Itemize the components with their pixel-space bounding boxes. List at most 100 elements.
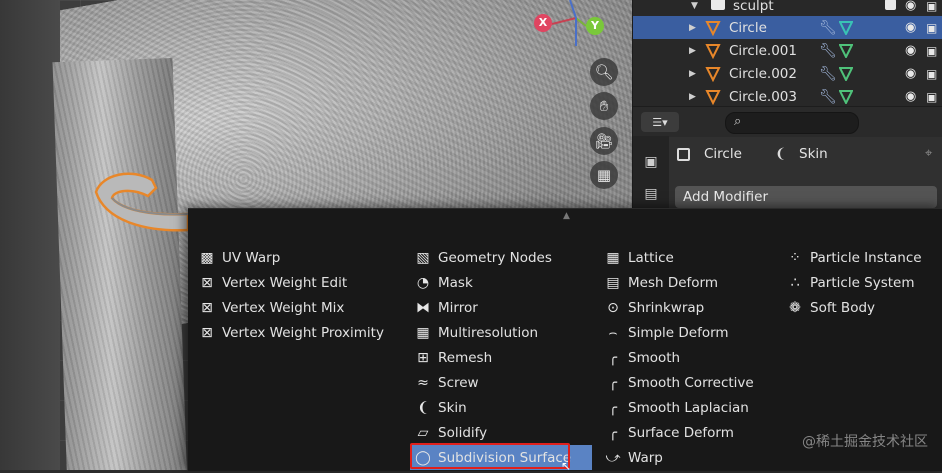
menu-item-mirror[interactable]: ⧓ Mirror [414, 295, 592, 320]
expand-arrow-icon[interactable]: ▶ [689, 46, 696, 56]
object-name: Circle.002 [729, 65, 797, 82]
search-icon: ⌕ [734, 114, 742, 129]
wrench-icon[interactable]: 🔧︎ [819, 43, 837, 59]
editor-type-dropdown[interactable]: ☰▾ [641, 112, 679, 132]
menu-item-smooth[interactable]: ╭ Smooth [604, 345, 754, 370]
eye-icon[interactable]: ◉ [905, 0, 916, 13]
properties-header: ☰▾ ⌕ [633, 106, 942, 137]
expand-arrow-icon[interactable]: ▶ [689, 69, 696, 79]
object-name: Circle.003 [729, 88, 797, 105]
outliner-panel[interactable]: ▼ sculpt ◉ ▣ ▶ Circle 🔧︎ ◉ ▣ ▶ Circle.00… [632, 0, 942, 106]
collapse-arrow-icon[interactable]: ▼ [691, 1, 698, 11]
perspective-grid-icon[interactable]: ▦ [590, 161, 618, 189]
checkbox-icon[interactable] [885, 0, 896, 10]
camera-icon[interactable]: ▣ [926, 21, 937, 35]
smooth-icon: ╭ [608, 399, 618, 416]
menu-item-label: Smooth [628, 349, 681, 366]
menu-item-smooth-laplacian[interactable]: ╭ Smooth Laplacian [604, 395, 754, 420]
menu-item-solidify[interactable]: ▱ Solidify [414, 420, 592, 445]
outliner-row-circle-003[interactable]: ▶ Circle.003 🔧︎ ◉ ▣ [633, 85, 942, 108]
menu-item-geometry-nodes[interactable]: ▧ Geometry Nodes [414, 245, 592, 270]
navigation-gizmo[interactable]: X Y [528, 0, 618, 60]
menu-item-vertex-weight-edit[interactable]: ⊠ Vertex Weight Edit [198, 270, 384, 295]
menu-item-label: Simple Deform [628, 324, 729, 341]
menu-item-particle-instance[interactable]: ⁘ Particle Instance [786, 245, 921, 270]
mesh-deform-icon: ▤ [606, 274, 620, 291]
x-axis-icon[interactable]: X [534, 14, 552, 32]
camera-icon[interactable]: ▣ [926, 90, 937, 104]
menu-column-physics: ⁘ Particle Instance ∴ Particle System ❁ … [786, 245, 922, 320]
menu-item-label: Mask [438, 274, 473, 291]
lattice-icon: ▦ [606, 249, 620, 266]
menu-item-mesh-deform[interactable]: ▤ Mesh Deform [604, 270, 754, 295]
y-axis-icon[interactable]: Y [586, 17, 604, 35]
geometry-nodes-icon: ▧ [416, 249, 430, 266]
menu-item-vertex-weight-proximity[interactable]: ⊠ Vertex Weight Proximity [198, 320, 384, 345]
wrench-icon[interactable]: 🔧︎ [819, 66, 837, 82]
pin-icon[interactable]: ⌖ [925, 146, 932, 161]
x-axis-label: X [538, 16, 548, 29]
camera-icon[interactable]: ▣ [926, 0, 937, 13]
expand-arrow-icon[interactable]: ▶ [689, 23, 696, 33]
menu-item-screw[interactable]: ≈ Screw [414, 370, 592, 395]
expand-arrow-icon[interactable]: ▶ [689, 92, 696, 102]
vertex-weight-icon: ⊠ [201, 324, 213, 341]
wrench-icon[interactable]: 🔧︎ [819, 89, 837, 105]
properties-search-input[interactable]: ⌕ [725, 112, 859, 134]
eye-icon[interactable]: ◉ [905, 43, 916, 58]
tab-tool-icon[interactable]: ▣ [639, 150, 663, 174]
smooth-icon: ╭ [608, 424, 618, 441]
menu-column-generate: ▧ Geometry Nodes ◔ Mask ⧓ Mirror ▦ Multi… [410, 245, 592, 470]
shrinkwrap-icon: ⊙ [607, 299, 619, 316]
eye-icon[interactable]: ◉ [905, 89, 916, 104]
menu-item-lattice[interactable]: ▦ Lattice [604, 245, 754, 270]
menu-item-simple-deform[interactable]: ⌢ Simple Deform [604, 320, 754, 345]
mesh-data-icon[interactable] [839, 21, 853, 35]
menu-item-remesh[interactable]: ⊞ Remesh [414, 345, 592, 370]
menu-item-label: Surface Deform [628, 424, 734, 441]
zoom-icon[interactable]: 🔍︎ [590, 58, 618, 86]
vertex-weight-icon: ⊠ [201, 299, 213, 316]
sculpt-mesh-column[interactable] [52, 58, 188, 470]
menu-item-skin[interactable]: ❨ Skin [414, 395, 592, 420]
menu-item-multiresolution[interactable]: ▦ Multiresolution [414, 320, 592, 345]
outliner-row-collection[interactable]: ▼ sculpt ◉ ▣ [633, 0, 942, 17]
pan-hand-icon[interactable]: ✋︎ [590, 92, 618, 120]
collection-icon [711, 0, 725, 10]
menu-column-deform: ▦ Lattice ▤ Mesh Deform ⊙ Shrinkwrap ⌢ S… [604, 245, 754, 470]
menu-item-label: Remesh [438, 349, 493, 366]
camera-view-icon[interactable]: 🎥︎ [590, 127, 618, 155]
wrench-icon[interactable]: 🔧︎ [819, 20, 837, 36]
menu-item-shrinkwrap[interactable]: ⊙ Shrinkwrap [604, 295, 754, 320]
eye-icon[interactable]: ◉ [905, 66, 916, 81]
mesh-data-icon[interactable] [839, 44, 853, 58]
smooth-icon: ╭ [608, 349, 618, 366]
menu-item-vertex-weight-mix[interactable]: ⊠ Vertex Weight Mix [198, 295, 384, 320]
solidify-icon: ▱ [417, 424, 429, 441]
add-modifier-button[interactable]: Add Modifier [675, 186, 937, 208]
mesh-object-icon [705, 67, 721, 82]
outliner-row-circle-001[interactable]: ▶ Circle.001 🔧︎ ◉ ▣ [633, 39, 942, 62]
menu-item-uv-warp[interactable]: ▩ UV Warp [198, 245, 384, 270]
menu-item-mask[interactable]: ◔ Mask [414, 270, 592, 295]
selected-circle-object[interactable] [92, 166, 192, 232]
skin-icon: ❨ [417, 399, 429, 416]
screw-icon: ≈ [417, 374, 429, 391]
menu-item-smooth-corrective[interactable]: ╭ Smooth Corrective [604, 370, 754, 395]
outliner-row-circle-002[interactable]: ▶ Circle.002 🔧︎ ◉ ▣ [633, 62, 942, 85]
menu-item-particle-system[interactable]: ∴ Particle System [786, 270, 922, 295]
camera-icon[interactable]: ▣ [926, 44, 937, 58]
mesh-data-icon[interactable] [839, 90, 853, 104]
menu-item-surface-deform[interactable]: ╭ Surface Deform [604, 420, 754, 445]
camera-icon[interactable]: ▣ [926, 67, 937, 81]
menu-item-soft-body[interactable]: ❁ Soft Body [786, 295, 922, 320]
menu-item-label: Geometry Nodes [438, 249, 552, 266]
menu-item-warp[interactable]: ⤻ Warp [604, 445, 754, 470]
menu-item-label: Mesh Deform [628, 274, 719, 291]
outliner-row-circle[interactable]: ▶ Circle 🔧︎ ◉ ▣ [633, 16, 942, 39]
tab-render-icon[interactable]: ▤ [639, 182, 663, 206]
mesh-data-icon[interactable] [839, 67, 853, 81]
collection-name: sculpt [733, 0, 774, 14]
viewport-background [0, 0, 60, 470]
eye-icon[interactable]: ◉ [905, 20, 916, 35]
